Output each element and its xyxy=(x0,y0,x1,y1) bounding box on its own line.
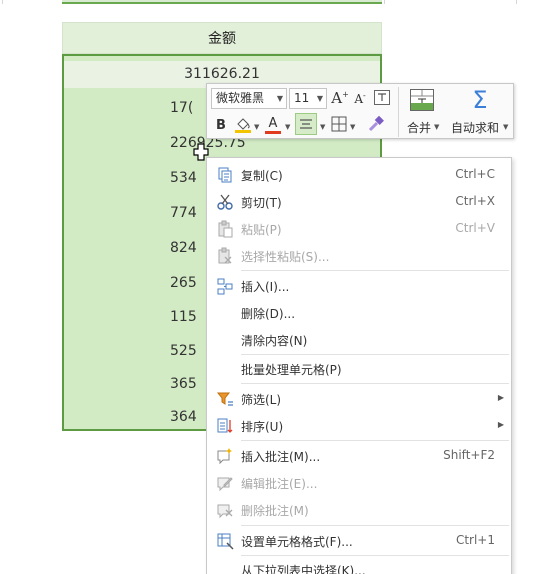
menu-item-filter[interactable]: 筛选(L) ▶ xyxy=(207,385,511,412)
font-name-select[interactable]: 微软雅黑 ▼ xyxy=(211,88,287,109)
menu-item-shortcut: Ctrl+1 xyxy=(455,533,495,547)
submenu-arrow-icon: ▶ xyxy=(497,393,504,402)
menu-item-shortcut: Ctrl+C xyxy=(455,167,495,181)
menu-item-label: 剪切(T) xyxy=(241,196,282,210)
chevron-down-icon[interactable]: ▼ xyxy=(350,123,355,131)
menu-item-label: 清除内容(N) xyxy=(241,334,308,348)
menu-item-label: 筛选(L) xyxy=(241,393,282,407)
menu-item-label: 复制(C) xyxy=(241,169,283,183)
menu-item-shortcut: Ctrl+X xyxy=(455,194,495,208)
chevron-down-icon[interactable]: ▼ xyxy=(254,123,259,131)
menu-item-label: 排序(U) xyxy=(241,420,284,434)
menu-separator xyxy=(241,383,509,384)
delete-comment-icon xyxy=(217,504,233,519)
chevron-down-icon: ▼ xyxy=(276,94,283,103)
insert-cells-icon xyxy=(217,278,233,295)
chevron-down-icon: ▼ xyxy=(316,94,323,103)
menu-separator xyxy=(241,440,509,441)
text-box-icon[interactable] xyxy=(374,90,390,105)
edit-comment-icon xyxy=(217,477,233,492)
menu-item-paste[interactable]: 粘贴(P) Ctrl+V xyxy=(207,215,511,242)
menu-item-delete-comment[interactable]: 删除批注(M) xyxy=(207,496,511,523)
spreadsheet-view: 金额 311626.21 17( 226925.75 534 774 824 2… xyxy=(0,0,545,574)
menu-item-sort[interactable]: 排序(U) ▶ xyxy=(207,412,511,439)
menu-separator xyxy=(241,525,509,526)
cell-value: 17( xyxy=(170,100,194,116)
cell-value: 311626.21 xyxy=(184,66,260,82)
merge-button-label[interactable]: 合并 xyxy=(407,119,431,136)
cell-value: 115 xyxy=(170,309,197,325)
chevron-down-icon[interactable]: ▼ xyxy=(320,123,325,131)
menu-separator xyxy=(241,270,509,271)
cell-value: 774 xyxy=(170,205,197,221)
format-painter-icon[interactable] xyxy=(367,115,385,133)
font-color-button[interactable]: A xyxy=(265,114,281,132)
decrease-font-button[interactable]: A- xyxy=(352,90,368,108)
autosum-button-label[interactable]: 自动求和 xyxy=(451,119,499,136)
cell-value: 265 xyxy=(170,275,197,291)
scissors-icon xyxy=(217,194,233,210)
menu-item-label: 设置单元格格式(F)... xyxy=(241,535,353,549)
borders-icon[interactable] xyxy=(331,116,347,132)
menu-item-batch-cells[interactable]: 批量处理单元格(P) xyxy=(207,355,511,382)
align-center-button[interactable] xyxy=(295,113,317,135)
menu-item-label: 粘贴(P) xyxy=(241,223,282,237)
merge-cells-icon[interactable] xyxy=(410,89,434,111)
sort-icon xyxy=(217,418,233,433)
chevron-down-icon[interactable]: ▼ xyxy=(503,123,508,131)
font-size-select[interactable]: 11 ▼ xyxy=(289,88,327,109)
paste-icon xyxy=(218,220,233,238)
bold-button[interactable]: B xyxy=(213,116,229,134)
menu-item-insert-comment[interactable]: 插入批注(M)... Shift+F2 xyxy=(207,442,511,469)
cell-value: 824 xyxy=(170,240,197,256)
format-cells-icon xyxy=(217,533,234,550)
increase-font-button[interactable]: A + xyxy=(331,88,349,108)
menu-item-label: 选择性粘贴(S)... xyxy=(241,250,330,264)
menu-item-label: 从下拉列表中选择(K)... xyxy=(241,564,366,574)
menu-item-copy[interactable]: 复制(C) Ctrl+C xyxy=(207,161,511,188)
submenu-arrow-icon: ▶ xyxy=(497,420,504,429)
chevron-down-icon[interactable]: ▼ xyxy=(285,123,290,131)
menu-item-label: 删除(D)... xyxy=(241,307,296,321)
increase-font-icon: A xyxy=(331,89,343,107)
menu-item-format-cells[interactable]: 设置单元格格式(F)... Ctrl+1 xyxy=(207,527,511,554)
chevron-down-icon[interactable]: ▼ xyxy=(434,123,439,131)
menu-item-clear-contents[interactable]: 清除内容(N) xyxy=(207,326,511,353)
filter-icon xyxy=(216,392,233,406)
menu-item-label: 编辑批注(E)... xyxy=(241,477,318,491)
menu-item-shortcut: Ctrl+V xyxy=(455,221,495,235)
toolbar-divider xyxy=(398,87,399,137)
cell-value: 534 xyxy=(170,170,197,186)
fill-color-icon[interactable] xyxy=(234,115,252,133)
menu-item-shortcut: Shift+F2 xyxy=(443,448,495,462)
menu-item-label: 插入批注(M)... xyxy=(241,450,321,464)
menu-item-edit-comment[interactable]: 编辑批注(E)... xyxy=(207,469,511,496)
cell-value: 365 xyxy=(170,376,197,392)
menu-item-label: 批量处理单元格(P) xyxy=(241,363,342,377)
font-name-value: 微软雅黑 xyxy=(216,91,265,105)
menu-item-label: 插入(I)... xyxy=(241,280,290,294)
font-color-icon: A xyxy=(268,115,278,131)
sigma-icon[interactable]: Σ xyxy=(469,86,491,114)
font-color-swatch xyxy=(265,131,281,134)
menu-item-delete[interactable]: 删除(D)... xyxy=(207,299,511,326)
top-gridlines xyxy=(0,0,545,4)
menu-item-label: 删除批注(M) xyxy=(241,504,309,518)
menu-item-cut[interactable]: 剪切(T) Ctrl+X xyxy=(207,188,511,215)
copy-icon xyxy=(218,167,232,183)
insert-comment-icon xyxy=(217,448,232,465)
align-center-icon xyxy=(300,119,312,129)
cell-value: 364 xyxy=(170,409,197,425)
column-header-amount[interactable]: 金额 xyxy=(62,22,382,54)
menu-item-paste-special[interactable]: 选择性粘贴(S)... xyxy=(207,242,511,269)
menu-item-insert[interactable]: 插入(I)... xyxy=(207,272,511,299)
font-size-value: 11 xyxy=(294,91,310,105)
decrease-font-icon: A xyxy=(354,92,363,106)
cell-value: 525 xyxy=(170,343,197,359)
paste-special-icon xyxy=(218,247,232,264)
mini-toolbar: 微软雅黑 ▼ 11 ▼ A + A- B ▼ A ▼ ▼ ▼ 合并 ▼ Σ 自动… xyxy=(206,83,514,139)
context-menu: 复制(C) Ctrl+C 剪切(T) Ctrl+X 粘贴(P) Ctrl+V 选… xyxy=(206,157,512,574)
menu-item-pick-from-list[interactable]: 从下拉列表中选择(K)... xyxy=(207,556,511,574)
